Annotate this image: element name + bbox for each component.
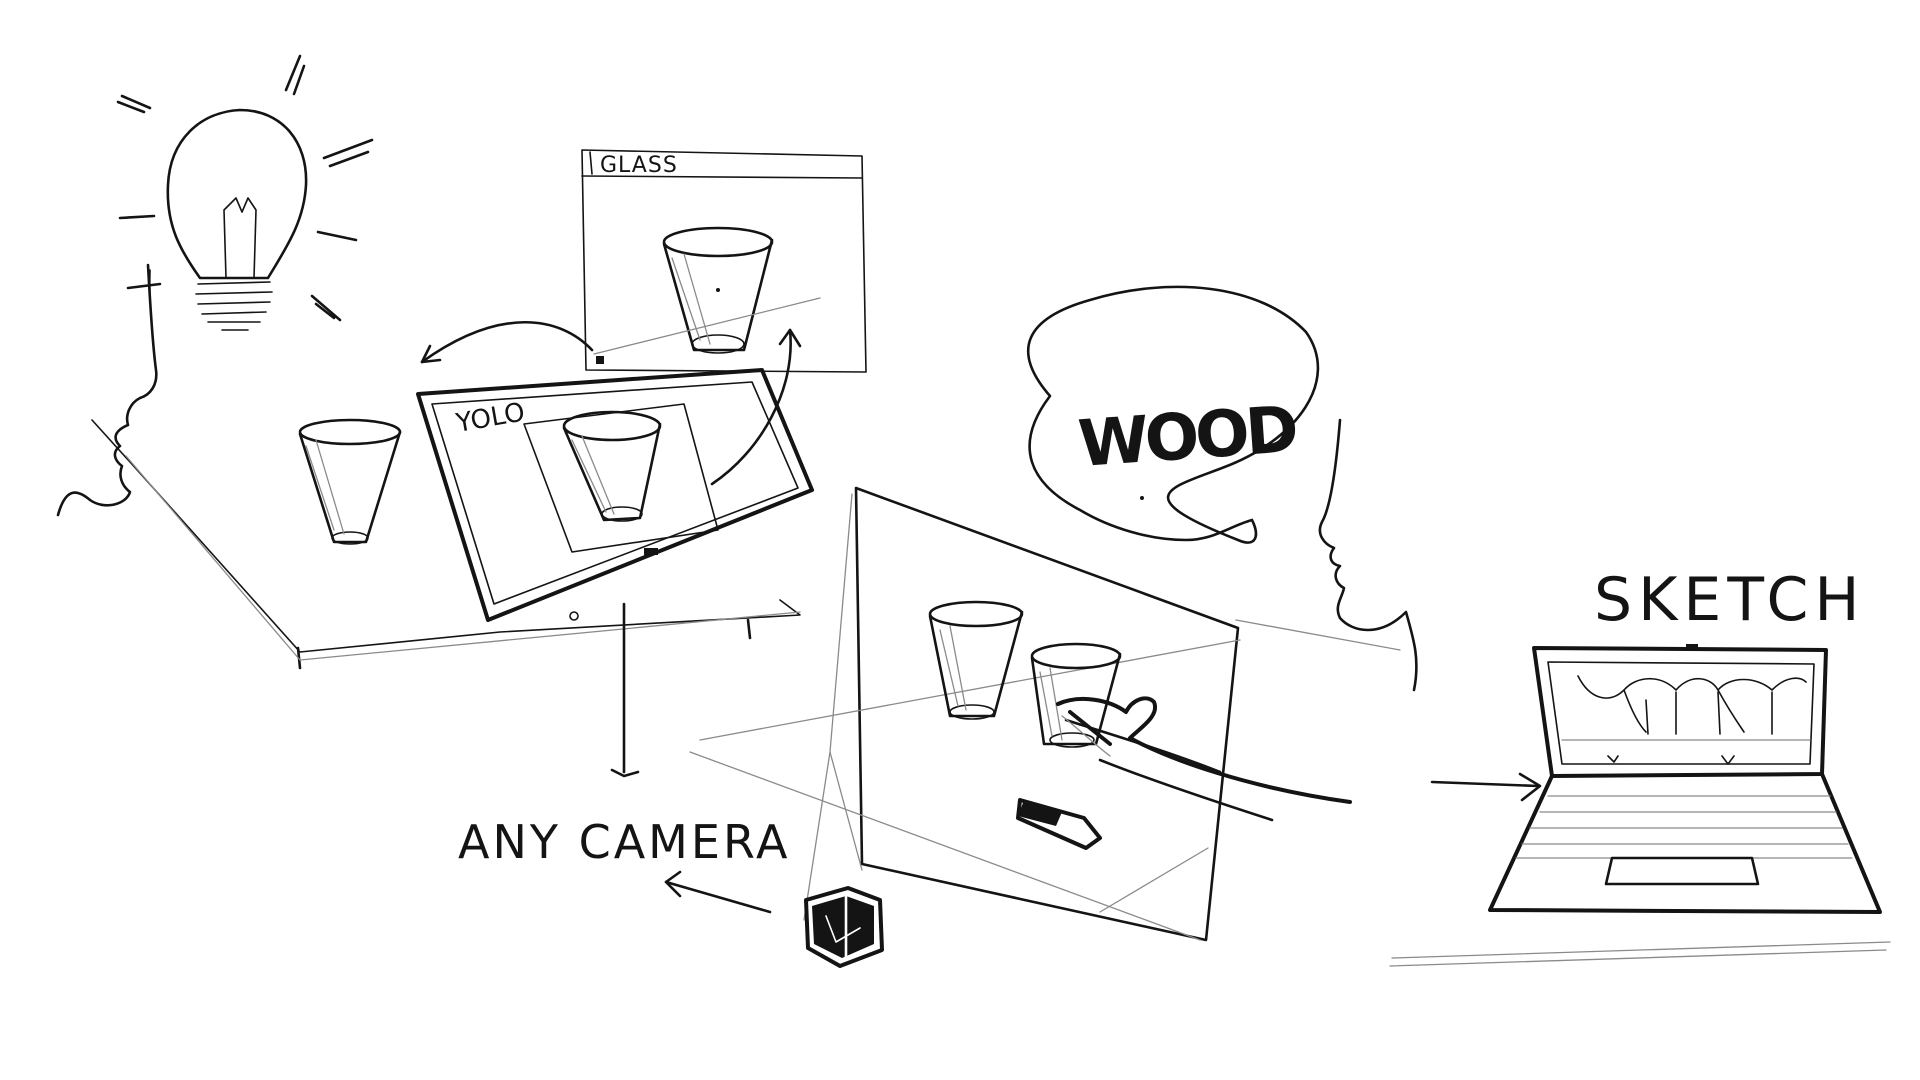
speech-bubble: WOOD — [1026, 285, 1320, 544]
right-person-profile — [1318, 418, 1418, 692]
glass-result-window: GLASS — [581, 149, 867, 373]
arrow-to-laptop — [1430, 772, 1542, 802]
yolo-label: YOLO — [453, 397, 527, 439]
sketch-label: SKETCH — [1594, 565, 1866, 635]
left-person-profile — [56, 263, 158, 517]
any-camera-label: ANY CAMERA — [458, 815, 791, 869]
pointing-hand — [1056, 696, 1352, 822]
projection-screen — [689, 486, 1401, 942]
wood-word: WOOD — [1076, 393, 1298, 482]
camera-flow: ANY CAMERA — [458, 602, 791, 914]
screen-glasses — [928, 600, 1122, 850]
concept-sketch: YOLO GLASS ANY CAMERA WOOD SKETCH — [56, 54, 1891, 968]
glass-on-table — [298, 418, 402, 545]
light-bulb-icon — [116, 54, 374, 331]
laptop-icon — [1389, 644, 1891, 967]
left-table — [91, 419, 801, 670]
yolo-tablet: YOLO — [416, 368, 814, 622]
glass-window-title: GLASS — [600, 153, 678, 178]
camera-icon — [804, 886, 884, 968]
